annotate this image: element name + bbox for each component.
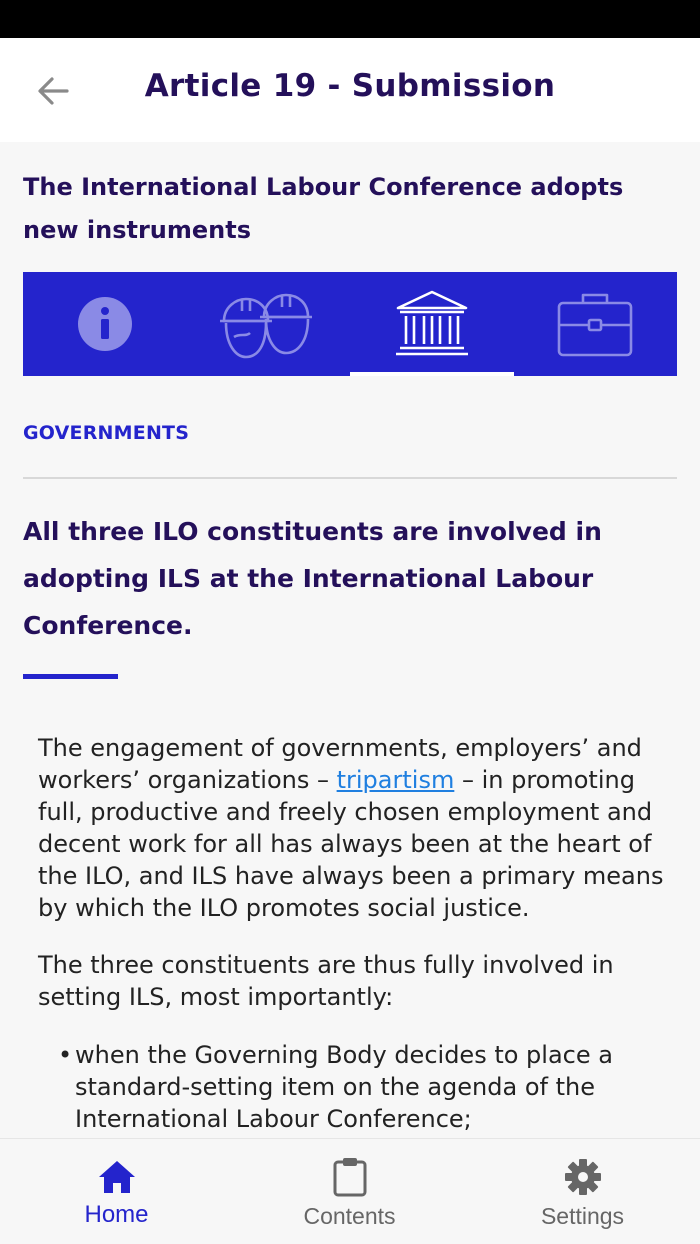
tab-workers[interactable] [187, 272, 351, 376]
nav-home-label: Home [84, 1201, 149, 1228]
headline: All three ILO constituents are involved … [23, 517, 602, 640]
nav-settings-label: Settings [540, 1203, 625, 1229]
paragraph-2: The three constituents are thus fully in… [38, 951, 614, 1011]
paragraph-1: The engagement of governments, employers… [38, 732, 668, 924]
home-icon [98, 1161, 135, 1193]
tab-governments[interactable] [350, 272, 514, 376]
info-icon [77, 297, 132, 351]
section-label: GOVERNMENTS [23, 422, 190, 444]
tab-employers[interactable] [514, 272, 678, 376]
article-content[interactable]: The International Labour Conference adop… [0, 142, 700, 1138]
workers-hardhat-icon [220, 293, 313, 359]
list-item-text: when the Governing Body decides to place… [75, 1041, 613, 1133]
constituent-tab-bar [23, 272, 677, 376]
app-bar: Article 19 - Submission [0, 38, 700, 142]
tab-info[interactable] [23, 272, 187, 376]
briefcase-icon [557, 293, 633, 357]
active-tab-indicator [350, 372, 514, 376]
page-title: Article 19 - Submission [144, 68, 556, 104]
tripartism-link[interactable]: tripartism [337, 766, 455, 794]
bottom-navigation: Home Contents Settings [0, 1138, 700, 1244]
bullet-dot: • [58, 1041, 73, 1069]
article-subtitle: The International Labour Conference adop… [23, 173, 624, 244]
nav-home[interactable]: Home [0, 1139, 233, 1244]
accent-line [23, 674, 118, 679]
divider [23, 477, 677, 479]
gear-icon [564, 1159, 601, 1195]
clipboard-icon [333, 1158, 366, 1197]
list-item: • when the Governing Body decides to pla… [58, 1039, 658, 1135]
nav-contents-label: Contents [303, 1203, 396, 1229]
nav-contents[interactable]: Contents [233, 1139, 466, 1244]
status-bar [0, 0, 700, 38]
government-building-icon [395, 290, 468, 356]
nav-settings[interactable]: Settings [466, 1139, 699, 1244]
